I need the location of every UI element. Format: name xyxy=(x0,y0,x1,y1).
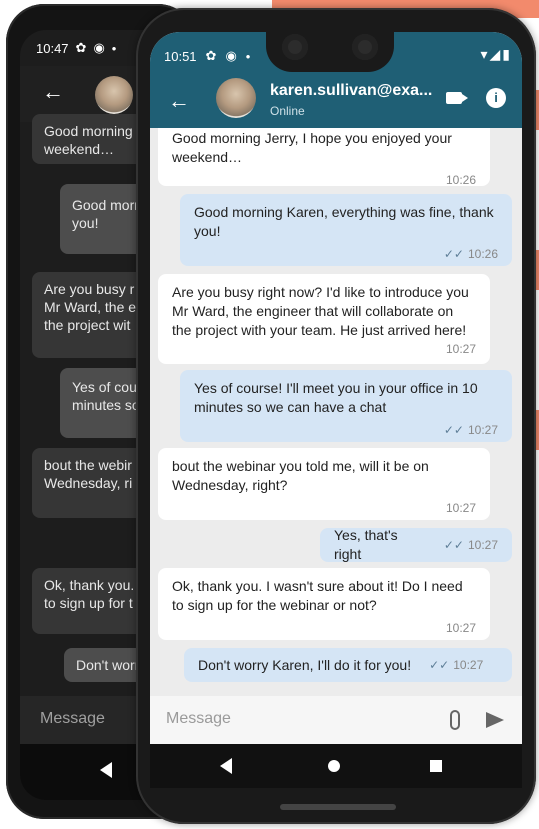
dot-icon: • xyxy=(111,40,117,56)
message-status: ✓✓ 10:27 xyxy=(194,421,498,440)
wifi-icon: ▾ xyxy=(480,46,488,62)
status-time: 10:51 xyxy=(164,48,197,64)
message-list: Good morning Jerry, I hope you enjoyed y… xyxy=(150,128,522,696)
app-showcase: 10:47 ✿ ◉ • ← Good morning weekend… Good… xyxy=(0,0,539,829)
message-bubble-incoming: Ok, thank you. I wasn't sure about it! D… xyxy=(158,568,490,640)
send-icon[interactable] xyxy=(486,712,504,728)
avatar[interactable] xyxy=(216,78,256,118)
message-text: Yes of course! I'll meet you in your off… xyxy=(194,380,478,415)
message-input[interactable]: Message xyxy=(40,710,105,728)
sync-icon: ◉ xyxy=(225,48,237,63)
front-phone-screen: 10:51 ✿ ◉ • ▾ ◢ ▮ ← karen.sullivan@exa..… xyxy=(150,32,522,744)
message-status: ✓✓ 10:27 xyxy=(444,536,498,555)
message-time: 10:27 xyxy=(467,423,498,437)
read-ticks-icon: ✓✓ xyxy=(443,423,464,437)
message-text: Don't worry Karen, I'll do it for you! xyxy=(198,656,412,673)
message-text: Yes, that's right xyxy=(334,527,398,562)
sync-icon: ◉ xyxy=(93,40,105,55)
message-status: ✓✓ 10:26 xyxy=(194,245,498,264)
nav-back-icon[interactable] xyxy=(220,758,232,774)
read-ticks-icon: ✓✓ xyxy=(443,537,464,552)
camera-icon xyxy=(282,34,308,60)
message-time: 10:26 xyxy=(445,173,476,187)
battery-icon: ▮ xyxy=(502,46,510,62)
back-arrow-icon[interactable]: ← xyxy=(42,80,66,104)
message-status: ✓✓ 10:27 xyxy=(429,656,483,675)
camera-notch xyxy=(266,26,394,72)
message-text: Are you busy right now? I'd like to intr… xyxy=(172,284,469,338)
settings-gear-icon: ✿ xyxy=(205,48,217,63)
message-time: 10:27 xyxy=(467,537,498,552)
message-bubble-incoming: Are you busy right now? I'd like to intr… xyxy=(158,274,490,364)
message-time: 10:26 xyxy=(467,247,498,261)
presence-status: Online xyxy=(270,104,305,118)
info-icon[interactable]: i xyxy=(486,88,506,108)
back-arrow-icon[interactable]: ← xyxy=(168,90,190,112)
contact-name[interactable]: karen.sullivan@exa... xyxy=(270,82,432,100)
message-time: 10:27 xyxy=(445,621,476,635)
message-composer: Message xyxy=(150,696,522,744)
message-bubble-outgoing: Don't worry Karen, I'll do it for you! ✓… xyxy=(184,648,512,682)
message-text: Good morning Jerry, I hope you enjoyed y… xyxy=(172,130,452,165)
message-input[interactable]: Message xyxy=(166,710,231,728)
settings-gear-icon: ✿ xyxy=(75,40,87,55)
status-time: 10:47 xyxy=(36,40,69,56)
dot-icon: • xyxy=(245,48,251,64)
avatar[interactable] xyxy=(95,76,133,114)
front-phone: 10:51 ✿ ◉ • ▾ ◢ ▮ ← karen.sullivan@exa..… xyxy=(136,8,536,824)
status-icons: ▾ ◢ ▮ xyxy=(480,46,510,63)
message-bubble-outgoing: Yes of course! I'll meet you in your off… xyxy=(180,370,512,442)
camera-icon xyxy=(352,34,378,60)
message-bubble-incoming: Good morning Jerry, I hope you enjoyed y… xyxy=(158,128,490,187)
status-bar: 10:51 ✿ ◉ • xyxy=(164,48,250,64)
message-bubble-incoming: bout the webinar you told me, will it be… xyxy=(158,448,490,520)
message-text: bout the webinar you told me, will it be… xyxy=(172,458,429,493)
nav-recents-icon[interactable] xyxy=(430,760,442,772)
nav-back-icon[interactable] xyxy=(100,762,112,778)
nav-home-icon[interactable] xyxy=(328,760,340,772)
message-time: 10:27 xyxy=(453,657,484,672)
read-ticks-icon: ✓✓ xyxy=(443,247,464,261)
message-time: 10:27 xyxy=(445,342,476,356)
video-call-icon[interactable] xyxy=(446,92,468,104)
message-text: Ok, thank you. I wasn't sure about it! D… xyxy=(172,578,463,613)
read-ticks-icon: ✓✓ xyxy=(429,657,450,672)
message-text: Good morning Karen, everything was fine,… xyxy=(194,204,494,239)
message-time: 10:27 xyxy=(445,501,476,515)
navigation-bar xyxy=(150,744,522,788)
message-bubble-outgoing: Good morning Karen, everything was fine,… xyxy=(180,194,512,266)
attach-icon[interactable] xyxy=(450,710,460,730)
message-bubble-outgoing: Yes, that's right ✓✓ 10:27 xyxy=(320,527,512,562)
signal-icon: ◢ xyxy=(489,46,501,62)
speaker-grille xyxy=(280,804,396,810)
